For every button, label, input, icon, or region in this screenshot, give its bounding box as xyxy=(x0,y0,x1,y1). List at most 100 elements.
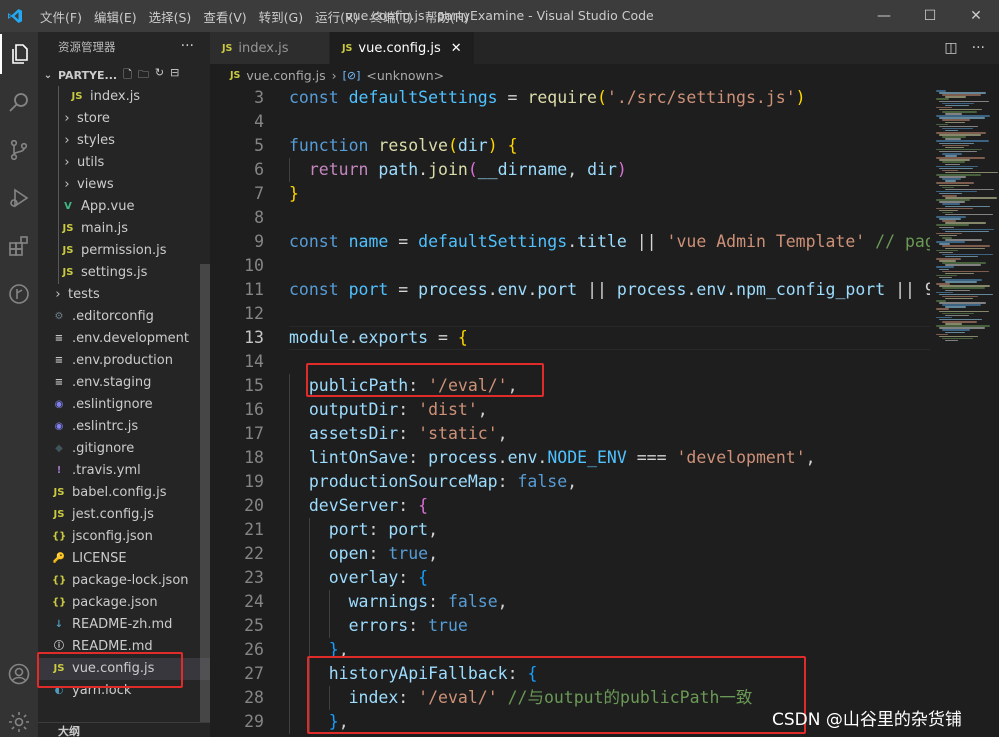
tab-vue-config-js[interactable]: JS vue.config.js ✕ xyxy=(330,32,475,64)
tree-file[interactable]: {} package-lock.json xyxy=(38,570,210,592)
run-debug-icon[interactable] xyxy=(0,178,38,218)
project-header[interactable]: ⌄ PARTYE... 🗋 🗀 ↻ ⊟ xyxy=(38,64,210,86)
indent-guide xyxy=(58,196,59,218)
code-line[interactable]: 25 errors: true xyxy=(210,614,930,638)
code-line[interactable]: 22 open: true, xyxy=(210,542,930,566)
tree-file[interactable]: JS babel.config.js xyxy=(38,482,210,504)
code-line[interactable]: 7} xyxy=(210,182,930,206)
menu-item[interactable]: 选择(S) xyxy=(143,7,198,26)
tree-folder[interactable]: › views xyxy=(38,174,210,196)
tree-file[interactable]: ↓ README-zh.md xyxy=(38,614,210,636)
more-actions-icon[interactable]: ··· xyxy=(972,40,985,56)
menu-item[interactable]: 帮助(H) xyxy=(419,7,475,26)
chevron-down-icon[interactable]: ⌄ xyxy=(38,70,58,81)
chevron-right-icon[interactable]: › xyxy=(52,284,64,306)
menu-item[interactable]: 查看(V) xyxy=(197,7,252,26)
close-tab-icon[interactable]: ✕ xyxy=(451,41,462,56)
tree-file[interactable]: ◉ .eslintrc.js xyxy=(38,416,210,438)
code-line[interactable]: 16 outputDir: 'dist', xyxy=(210,398,930,422)
tree-file[interactable]: V App.vue xyxy=(38,196,210,218)
tree-file[interactable]: ≡ .env.development xyxy=(38,328,210,350)
split-editor-icon[interactable]: ◫ xyxy=(944,40,957,56)
tree-file[interactable]: ! .travis.yml xyxy=(38,460,210,482)
minimap[interactable] xyxy=(930,86,999,737)
chevron-right-icon[interactable]: › xyxy=(61,130,73,152)
tree-file[interactable]: {} jsconfig.json xyxy=(38,526,210,548)
code-line[interactable]: 24 warnings: false, xyxy=(210,590,930,614)
new-file-icon[interactable]: 🗋 xyxy=(123,66,132,85)
outline-section[interactable]: 大纲 xyxy=(38,722,210,737)
chevron-right-icon[interactable]: › xyxy=(61,174,73,196)
tree-file[interactable]: 🔑 LICENSE xyxy=(38,548,210,570)
code-line[interactable]: 6 return path.join(__dirname, dir) xyxy=(210,158,930,182)
tree-file[interactable]: ⚙ .editorconfig xyxy=(38,306,210,328)
tree-file[interactable]: JS permission.js xyxy=(38,240,210,262)
code-line[interactable]: 21 port: port, xyxy=(210,518,930,542)
code-line[interactable]: 23 overlay: { xyxy=(210,566,930,590)
tree-folder[interactable]: › store xyxy=(38,108,210,130)
git-file-icon: ◆ xyxy=(55,443,63,454)
code-line[interactable]: 9 const name = defaultSettings.title || '… xyxy=(210,230,930,254)
code-line[interactable]: 5 function resolve(dir) { xyxy=(210,134,930,158)
remote-icon[interactable] xyxy=(0,274,38,314)
tree-file[interactable]: ◆ .gitignore xyxy=(38,438,210,460)
code-token: __dirname xyxy=(477,160,568,179)
code-editor[interactable]: 3 const defaultSettings = require('./src/… xyxy=(210,86,930,737)
code-line[interactable]: 11 const port = process.env.port || proce… xyxy=(210,278,930,302)
tree-file[interactable]: ≡ .env.staging xyxy=(38,372,210,394)
explorer-icon[interactable] xyxy=(0,34,38,74)
tree-file[interactable]: ≡ .env.production xyxy=(38,350,210,372)
settings-gear-icon[interactable] xyxy=(0,702,38,737)
chevron-right-icon[interactable]: › xyxy=(61,108,73,130)
tree-folder[interactable]: › tests xyxy=(38,284,210,306)
code-line[interactable]: 10 xyxy=(210,254,930,278)
code-token: process xyxy=(418,280,488,299)
breadcrumb-symbol[interactable]: <unknown> xyxy=(366,68,444,83)
sidebar-scrollbar[interactable] xyxy=(200,264,210,722)
code-token: outputDir xyxy=(308,400,399,419)
extensions-icon[interactable] xyxy=(0,226,38,266)
tree-folder[interactable]: › styles xyxy=(38,130,210,152)
breadcrumb-file[interactable]: vue.config.js xyxy=(246,68,325,83)
refresh-icon[interactable]: ↻ xyxy=(155,66,164,85)
code-line[interactable]: 20 devServer: { xyxy=(210,494,930,518)
code-token: defaultSettings xyxy=(418,232,568,251)
chevron-right-icon[interactable]: › xyxy=(61,152,73,174)
more-actions-icon[interactable]: ··· xyxy=(181,32,194,60)
tree-file[interactable]: {} package.json xyxy=(38,592,210,614)
tree-file[interactable]: ◉ .eslintignore xyxy=(38,394,210,416)
code-text: warnings: false, xyxy=(289,590,508,614)
code-token: './src/settings.js' xyxy=(606,88,796,107)
source-control-icon[interactable] xyxy=(0,130,38,170)
code-text: module.exports = { xyxy=(289,326,468,350)
tree-item-label: tests xyxy=(68,287,100,302)
tree-file[interactable]: JS main.js xyxy=(38,218,210,240)
maximize-icon[interactable]: ☐ xyxy=(907,0,953,32)
tree-file[interactable]: JS jest.config.js xyxy=(38,504,210,526)
code-line[interactable]: 3 const defaultSettings = require('./src/… xyxy=(210,86,930,110)
minimize-icon[interactable]: — xyxy=(861,0,907,32)
code-line[interactable]: 13 module.exports = { xyxy=(210,326,930,350)
code-line[interactable]: 8 xyxy=(210,206,930,230)
tree-folder[interactable]: › utils xyxy=(38,152,210,174)
tree-file[interactable]: JS settings.js xyxy=(38,262,210,284)
code-line[interactable]: 18 lintOnSave: process.env.NODE_ENV === … xyxy=(210,446,930,470)
menu-item[interactable]: 编辑(E) xyxy=(88,7,143,26)
tab-index-js[interactable]: JS index.js xyxy=(210,32,330,64)
search-icon[interactable] xyxy=(0,82,38,122)
code-line[interactable]: 12 xyxy=(210,302,930,326)
close-icon[interactable]: ✕ xyxy=(953,0,999,32)
new-folder-icon[interactable]: 🗀 xyxy=(138,66,149,85)
code-line[interactable]: 19 productionSourceMap: false, xyxy=(210,470,930,494)
code-line[interactable]: 4 xyxy=(210,110,930,134)
account-icon[interactable] xyxy=(0,654,38,694)
menu-item[interactable]: 终端(T) xyxy=(365,7,419,26)
menu-item[interactable]: 文件(F) xyxy=(34,7,88,26)
menu-item[interactable]: 转到(G) xyxy=(253,7,309,26)
code-line[interactable]: 17 assetsDir: 'static', xyxy=(210,422,930,446)
menu-item[interactable]: 运行(R) xyxy=(309,7,364,26)
tree-file[interactable]: JS index.js xyxy=(38,86,210,108)
collapse-all-icon[interactable]: ⊟ xyxy=(170,66,179,85)
